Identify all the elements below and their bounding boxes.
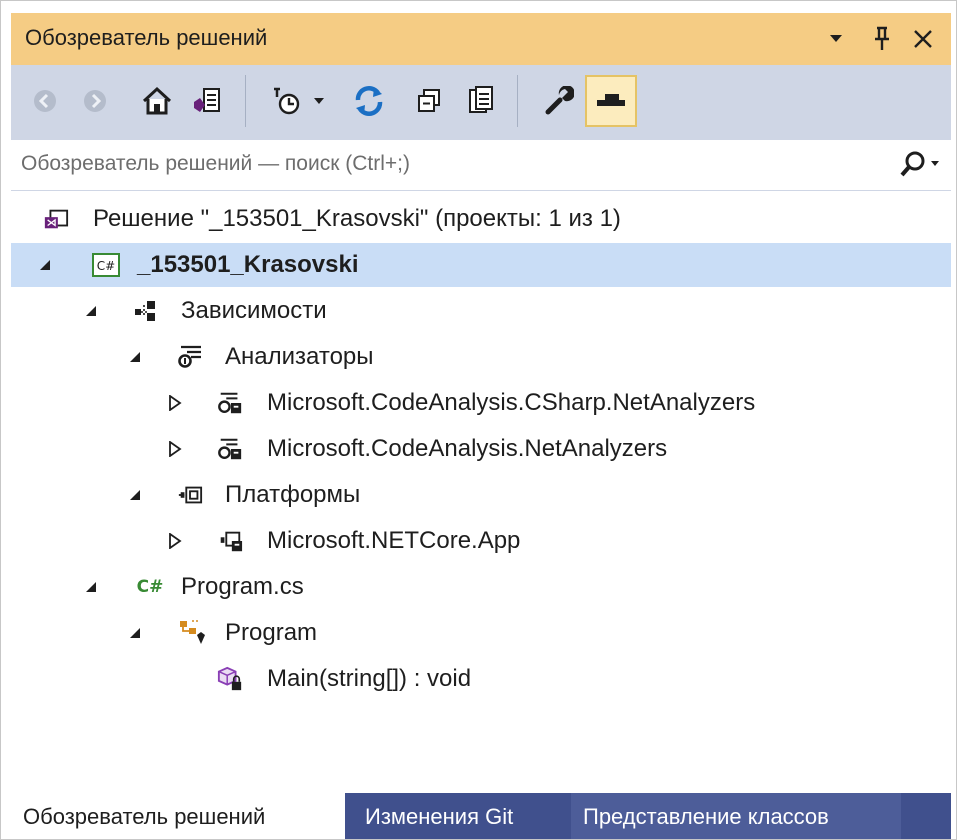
toolbar <box>11 65 951 139</box>
tree-row-dependencies[interactable]: Зависимости <box>11 289 951 333</box>
window-title: Обозреватель решений <box>25 25 268 50</box>
dependencies-icon <box>133 298 159 324</box>
expanded-arrow-icon[interactable] <box>81 301 101 321</box>
pending-changes-filter-icon[interactable] <box>263 77 311 125</box>
solution-explorer-window: Обозреватель решений Обозреватель решени… <box>0 0 957 840</box>
framework-package-icon <box>217 528 243 554</box>
collapsed-arrow-icon[interactable] <box>165 531 185 551</box>
tree-row-analyzer-2[interactable]: Microsoft.CodeAnalysis.NetAnalyzers <box>11 427 951 471</box>
analyzer-package-icon <box>217 390 243 416</box>
tree-label-analyzers: Анализаторы <box>225 343 374 370</box>
tree-row-analyzer-1[interactable]: Microsoft.CodeAnalysis.CSharp.NetAnalyze… <box>11 381 951 425</box>
csharp-badge: C# <box>97 259 115 273</box>
forward-icon[interactable] <box>71 77 119 125</box>
tree-label-dependencies: Зависимости <box>181 297 327 324</box>
bottom-tab-strip: Обозреватель решений Изменения Git Предс… <box>11 793 951 839</box>
analyzers-icon <box>177 344 203 370</box>
search-box <box>11 139 951 191</box>
expanded-arrow-icon[interactable] <box>125 485 145 505</box>
toolbar-separator <box>517 75 518 127</box>
analyzer-package-icon <box>217 436 243 462</box>
close-icon[interactable] <box>907 19 939 59</box>
sync-icon[interactable] <box>345 77 393 125</box>
chevron-down-icon[interactable] <box>821 19 851 59</box>
expanded-arrow-icon[interactable] <box>125 623 145 643</box>
tree-row-framework-item[interactable]: Microsoft.NETCore.App <box>11 519 951 563</box>
class-icon <box>177 620 207 646</box>
csharp-project-icon: C# <box>91 252 121 278</box>
collapsed-arrow-icon[interactable] <box>165 393 185 413</box>
tree-label-project: _153501_Krasovski <box>137 251 359 278</box>
tree-label-frameworks: Платформы <box>225 481 361 508</box>
search-input[interactable] <box>21 146 861 182</box>
title-bar: Обозреватель решений <box>11 13 951 65</box>
solution-icon <box>43 206 69 232</box>
csharp-file-icon: C# <box>135 574 165 600</box>
frameworks-icon <box>177 482 203 508</box>
tree-label-analyzer-1: Microsoft.CodeAnalysis.CSharp.NetAnalyze… <box>267 389 756 416</box>
tree-label-main-method: Main(string[]) : void <box>267 665 472 692</box>
tree-label-program-file: Program.cs <box>181 573 304 600</box>
csharp-file-badge: C# <box>136 577 164 597</box>
toolbar-separator <box>245 75 246 127</box>
tree-row-analyzers[interactable]: Анализаторы <box>11 335 951 379</box>
tree-row-main-method[interactable]: Main(string[]) : void <box>11 657 951 701</box>
preview-selected-icon[interactable] <box>585 75 637 127</box>
expanded-arrow-icon[interactable] <box>35 255 55 275</box>
show-all-files-icon[interactable] <box>457 77 505 125</box>
switch-views-icon[interactable] <box>183 77 231 125</box>
back-icon[interactable] <box>21 77 69 125</box>
properties-icon[interactable] <box>535 77 583 125</box>
expanded-arrow-icon[interactable] <box>125 347 145 367</box>
collapsed-arrow-icon[interactable] <box>165 439 185 459</box>
tab-solution-explorer[interactable]: Обозреватель решений <box>11 793 345 839</box>
tree-row-project[interactable]: C# _153501_Krasovski <box>11 243 951 287</box>
tree-row-solution[interactable]: Решение "_153501_Krasovski" (проекты: 1 … <box>11 197 951 241</box>
tree-row-frameworks[interactable]: Платформы <box>11 473 951 517</box>
home-icon[interactable] <box>133 77 181 125</box>
dropdown-icon[interactable] <box>305 77 333 125</box>
tree-label-framework-item: Microsoft.NETCore.App <box>267 527 521 554</box>
pin-icon[interactable] <box>867 19 897 59</box>
tree-label-program-class: Program <box>225 619 318 646</box>
solution-tree: Решение "_153501_Krasovski" (проекты: 1 … <box>11 197 951 793</box>
search-options-button[interactable] <box>885 148 945 182</box>
tree-row-program-file[interactable]: C# Program.cs <box>11 565 951 609</box>
tree-label-solution: Решение "_153501_Krasovski" (проекты: 1 … <box>93 205 621 232</box>
tree-row-program-class[interactable]: Program <box>11 611 951 655</box>
tab-class-view[interactable]: Представление классов <box>571 793 901 839</box>
collapse-all-icon[interactable] <box>405 77 453 125</box>
tree-label-analyzer-2: Microsoft.CodeAnalysis.NetAnalyzers <box>267 435 668 462</box>
tab-git-changes[interactable]: Изменения Git <box>353 793 567 839</box>
method-icon <box>217 666 243 692</box>
expanded-arrow-icon[interactable] <box>81 577 101 597</box>
